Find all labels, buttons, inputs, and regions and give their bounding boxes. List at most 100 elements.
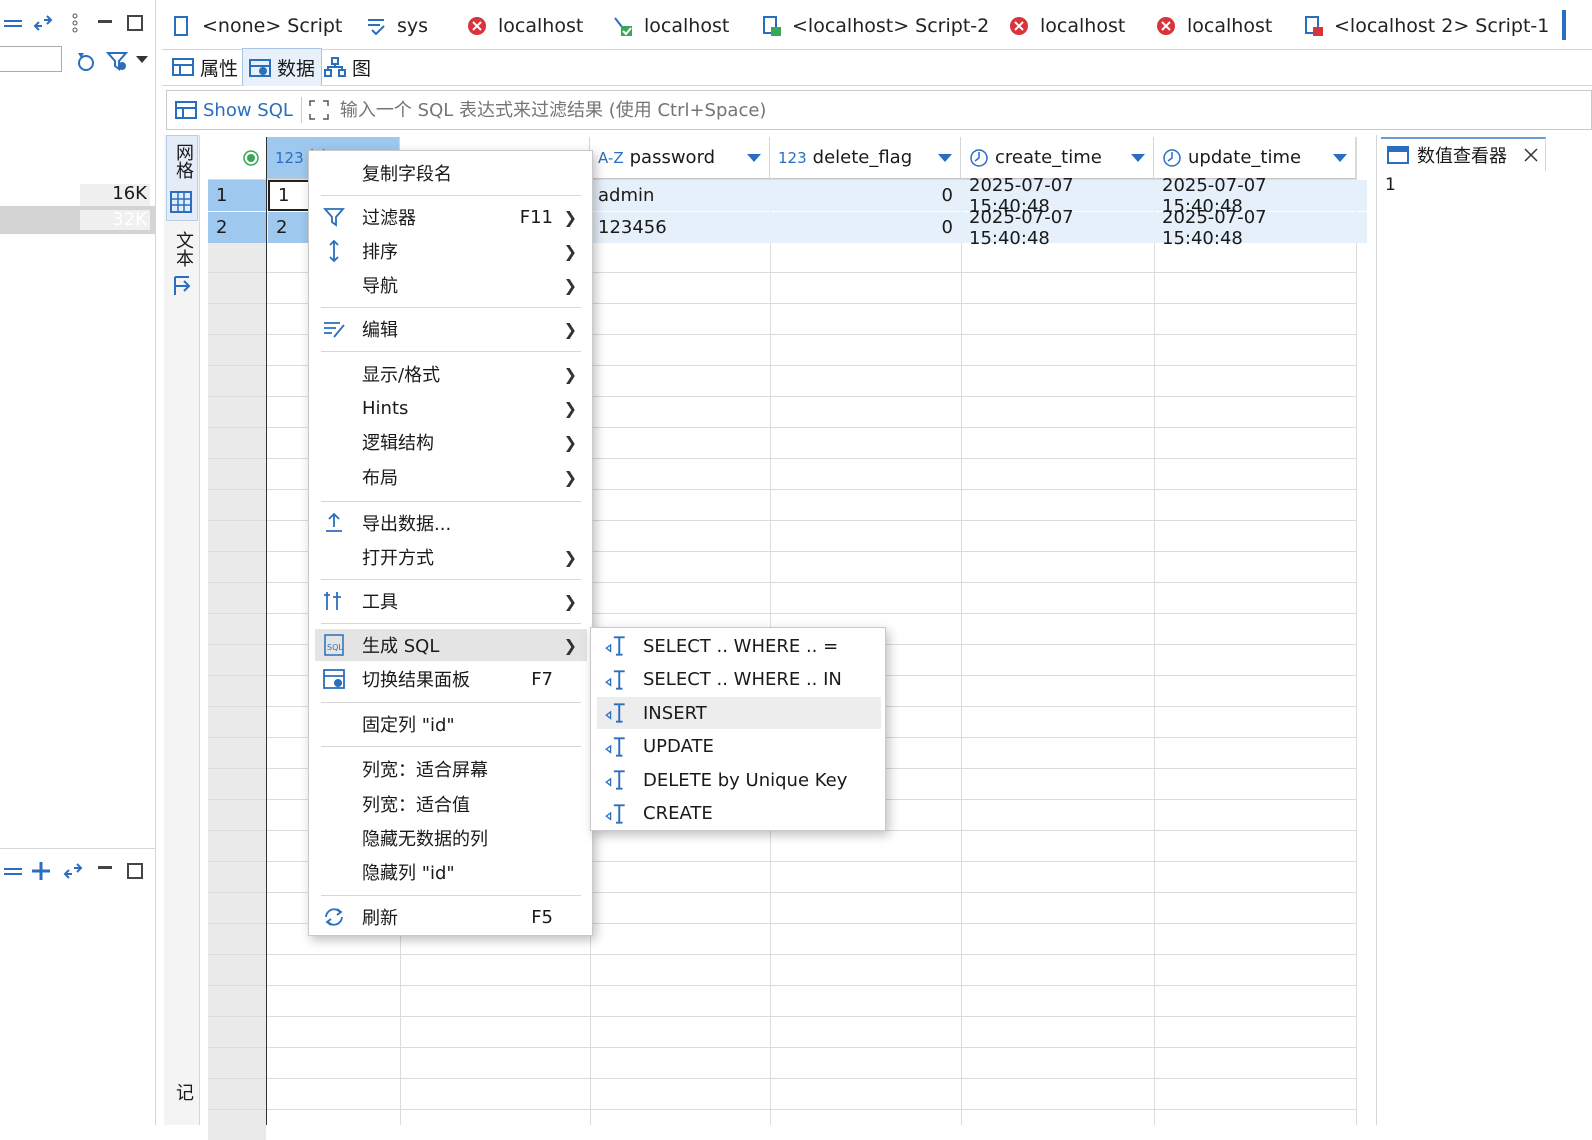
clock-icon — [1163, 148, 1181, 167]
grid-column-line — [1356, 137, 1357, 1125]
filter-input[interactable] — [0, 46, 62, 72]
column-header-create-time[interactable]: create_time — [961, 137, 1154, 179]
column-menu-arrow-icon[interactable] — [1131, 153, 1145, 162]
maximize-icon[interactable] — [124, 12, 146, 34]
column-menu-arrow-icon[interactable] — [938, 153, 952, 162]
minimize-icon[interactable] — [94, 858, 116, 880]
collapse-icon[interactable] — [2, 860, 24, 882]
presentation-toolbar: 网格 文本 记 — [164, 135, 200, 1125]
cell-password[interactable]: 123456 — [590, 212, 770, 243]
tab-properties[interactable]: 属性 — [166, 48, 244, 86]
menu-item[interactable]: 导出数据... — [315, 507, 587, 539]
submenu-item[interactable]: SELECT .. WHERE .. IN — [597, 664, 881, 696]
column-menu-arrow-icon[interactable] — [747, 153, 761, 162]
link-editor-icon[interactable] — [32, 12, 54, 34]
svg-text:SQL: SQL — [327, 643, 343, 652]
chevron-right-icon: ❯ — [563, 398, 577, 418]
tab-label: sys — [397, 15, 429, 37]
sql-template-icon — [605, 736, 625, 757]
tab-sys[interactable]: sys — [365, 8, 428, 44]
tab-none-script[interactable]: <none> Script — [170, 8, 342, 44]
menu-item[interactable]: 列宽：适合屏幕 — [315, 753, 587, 785]
row-number[interactable]: 1 — [208, 180, 266, 211]
menu-item[interactable]: 布局 ❯ — [315, 461, 587, 493]
view-menu-icon[interactable] — [64, 12, 86, 34]
submenu-item[interactable]: SELECT .. WHERE .. = — [597, 630, 881, 662]
menu-item[interactable]: 编辑 ❯ — [315, 313, 587, 345]
cell-update-time[interactable]: 2025-07-07 15:40:48 — [1154, 207, 1356, 249]
menu-item[interactable]: 复制字段名 — [315, 157, 587, 189]
tab-label: <localhost 2> Script-1 — [1334, 15, 1550, 37]
cell-password[interactable]: admin — [590, 180, 770, 211]
tab-overflow-indicator[interactable] — [1562, 10, 1566, 40]
tab-localhost-4[interactable]: localhost — [1155, 8, 1272, 44]
menu-item[interactable]: 列宽：适合值 — [315, 788, 587, 820]
select-all-corner[interactable] — [208, 137, 266, 179]
tab-localhost-script-2[interactable]: <localhost> Script-2 — [760, 8, 989, 44]
data-grid-icon — [249, 58, 271, 77]
text-mode-button[interactable]: 文本 — [170, 231, 196, 267]
row-header-cell — [208, 1017, 266, 1047]
menu-item[interactable]: 导航 ❯ — [315, 269, 587, 301]
menu-item[interactable]: SQL 生成 SQL ❯ — [315, 629, 587, 661]
cell-create-time[interactable]: 2025-07-07 15:40:48 — [961, 207, 1154, 249]
submenu-item[interactable]: DELETE by Unique Key — [597, 764, 881, 796]
expand-icon[interactable] — [308, 99, 330, 121]
menu-item[interactable]: 固定列 "id" — [315, 708, 587, 740]
refresh-icon — [321, 904, 347, 930]
maximize-icon[interactable] — [124, 860, 146, 882]
column-header-delete-flag[interactable]: 123 delete_flag — [770, 137, 961, 179]
close-icon[interactable] — [1523, 147, 1539, 163]
grid-icon — [170, 191, 192, 213]
menu-item[interactable]: 打开方式 ❯ — [315, 541, 587, 573]
menu-item-label: 复制字段名 — [362, 164, 452, 185]
connection-filter-icon[interactable] — [74, 50, 96, 72]
menu-separator — [321, 702, 581, 703]
menu-item[interactable]: 刷新 F5 — [315, 901, 587, 933]
filter-settings-icon[interactable] — [106, 50, 128, 72]
column-header-update-time[interactable]: update_time — [1154, 137, 1356, 179]
row-header-cell — [208, 955, 266, 985]
collapse-icon[interactable] — [2, 12, 24, 34]
record-mode-icon[interactable] — [172, 275, 192, 297]
tab-localhost-3[interactable]: localhost — [1008, 8, 1125, 44]
menu-item[interactable]: 逻辑结构 ❯ — [315, 426, 587, 458]
menu-item[interactable]: 显示/格式 ❯ — [315, 358, 587, 390]
sql-filter-input[interactable] — [339, 99, 1240, 121]
submenu-item[interactable]: UPDATE — [597, 731, 881, 763]
row-header-cell — [208, 459, 266, 489]
minimize-icon[interactable] — [94, 12, 116, 34]
row-header-cell — [208, 800, 266, 830]
row-header-cell — [208, 893, 266, 923]
tab-data[interactable]: 数据 — [242, 48, 323, 86]
tab-label: 属性 — [200, 57, 239, 80]
dropdown-arrow-icon[interactable] — [136, 56, 148, 63]
tab-diagram[interactable]: 图 — [318, 48, 377, 86]
menu-item[interactable]: 排序 ❯ — [315, 235, 587, 267]
add-icon[interactable] — [30, 860, 52, 882]
submenu-item[interactable]: INSERT — [597, 697, 881, 729]
generate-sql-submenu: SELECT .. WHERE .. = SELECT .. WHERE .. I… — [590, 627, 886, 831]
link-editor-icon[interactable] — [62, 860, 84, 882]
column-header-password[interactable]: A-Z password — [590, 137, 770, 179]
menu-item[interactable]: 工具 ❯ — [315, 585, 587, 617]
submenu-item[interactable]: CREATE — [597, 798, 881, 830]
value-viewer-tab[interactable]: 数值查看器 — [1381, 137, 1546, 171]
menu-item[interactable]: 过滤器 F11 ❯ — [315, 201, 587, 233]
tab-localhost-1[interactable]: localhost — [466, 8, 583, 44]
navigator-panel: 16K 32K — [0, 0, 156, 1125]
tab-localhost-2[interactable]: localhost — [612, 8, 729, 44]
column-menu-arrow-icon[interactable] — [1333, 153, 1347, 162]
menu-item[interactable]: Hints ❯ — [315, 392, 587, 424]
row-number[interactable]: 2 — [208, 212, 266, 243]
menu-item[interactable]: 隐藏无数据的列 — [315, 822, 587, 854]
tab-localhost-2-script-1[interactable]: <localhost 2> Script-1 — [1302, 8, 1549, 44]
cell-delete-flag[interactable]: 0 — [770, 180, 961, 211]
menu-item[interactable]: 切换结果面板 F7 — [315, 663, 587, 695]
row-header-cell — [208, 397, 266, 427]
radio-icon — [243, 150, 259, 166]
show-sql-button[interactable]: Show SQL — [167, 97, 302, 123]
menu-item[interactable]: 隐藏列 "id" — [315, 856, 587, 888]
chevron-right-icon: ❯ — [563, 275, 577, 295]
cell-delete-flag[interactable]: 0 — [770, 212, 961, 243]
